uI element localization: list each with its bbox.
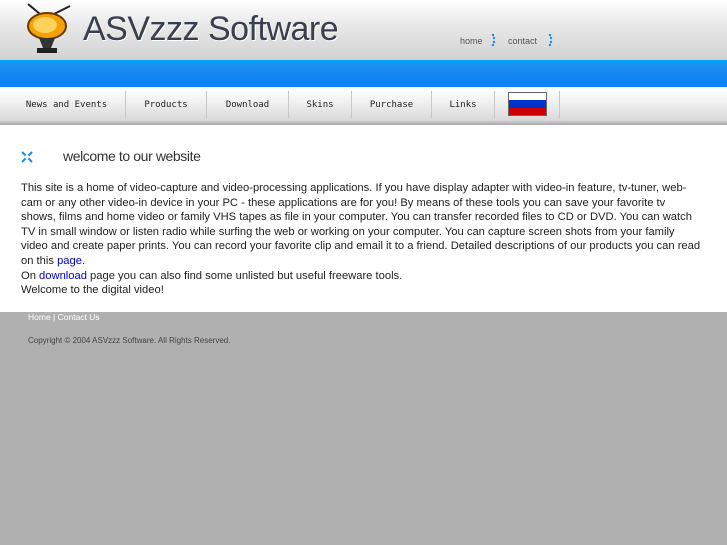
intro-paragraph-end: . (81, 254, 86, 267)
top-link-contact[interactable]: contact (508, 36, 537, 46)
page-title: welcome to our website (63, 148, 201, 164)
nav-purchase[interactable]: Purchase (352, 91, 432, 119)
sparkle-icon (21, 151, 33, 163)
footer-links: Home | Contact Us (28, 312, 100, 322)
main-nav: News and Events Products Download Skins … (0, 87, 727, 123)
nav-news-and-events[interactable]: News and Events (8, 91, 126, 119)
copyright-text: Copyright © 2004 ASVzzz Software. All Ri… (28, 336, 231, 345)
footer-separator: | (50, 312, 58, 322)
nav-divider (547, 91, 560, 119)
russian-flag-icon[interactable] (508, 92, 547, 116)
footer-link-home[interactable]: Home (28, 312, 51, 322)
intro-text: This site is a home of video-capture and… (21, 181, 701, 298)
blue-banner-bar (0, 60, 727, 87)
nav-download[interactable]: Download (207, 91, 289, 119)
intro-paragraph: This site is a home of video-capture and… (21, 182, 701, 267)
nav-links[interactable]: Links (432, 91, 495, 119)
tv-logo-icon[interactable] (20, 2, 76, 56)
top-link-home[interactable]: home (460, 36, 483, 46)
download-page-link[interactable]: download (39, 270, 87, 282)
download-line-prefix: On (21, 269, 40, 282)
welcome-line: Welcome to the digital video! (21, 284, 164, 297)
download-line-suffix: page you can also find some unlisted but… (86, 269, 403, 282)
dots-separator-icon (491, 33, 496, 47)
dots-separator-icon (548, 33, 553, 47)
site-brand[interactable]: ASVzzz Software (83, 10, 339, 49)
nav-skins[interactable]: Skins (289, 91, 352, 119)
main-content: welcome to our website This site is a ho… (0, 125, 727, 312)
footer-link-contact[interactable]: Contact Us (58, 312, 100, 322)
products-page-link[interactable]: page (57, 255, 82, 267)
nav-products[interactable]: Products (126, 91, 207, 119)
site-header: ASVzzz Software home contact (0, 0, 727, 60)
